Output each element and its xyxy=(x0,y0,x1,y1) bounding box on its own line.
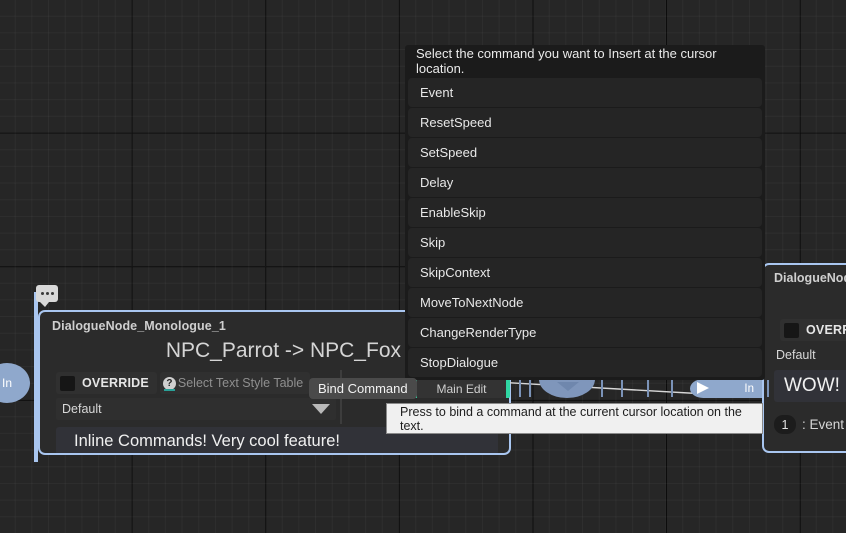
tooltip: Press to bind a command at the current c… xyxy=(386,403,763,434)
event-binding-row[interactable]: 1 : Event K xyxy=(774,415,846,434)
menu-item-setspeed[interactable]: SetSpeed xyxy=(408,138,762,167)
command-insert-menu[interactable]: Select the command you want to Insert at… xyxy=(405,45,765,380)
text-style-table-field[interactable]: ? Select Text Style Table xyxy=(160,372,310,394)
main-edit-button[interactable]: Main Edit xyxy=(413,379,510,398)
override-checkbox[interactable] xyxy=(784,323,799,338)
event-label: : Event K xyxy=(802,417,846,432)
menu-item-skip[interactable]: Skip xyxy=(408,228,762,257)
node-title: DialogueNode xyxy=(774,271,846,285)
override-label: OVERRIDE xyxy=(82,376,149,390)
override-label: OVERRID xyxy=(806,323,846,337)
pin-in-left-label: In xyxy=(2,376,12,390)
menu-item-changerendertype[interactable]: ChangeRenderType xyxy=(408,318,762,347)
text-style-table-label: Select Text Style Table xyxy=(178,376,303,390)
dialogue-text-input[interactable]: WOW! 1 xyxy=(774,370,846,402)
dialogue-node-right[interactable]: DialogueNode OVERRID Default WOW! 1 1 : … xyxy=(762,263,846,453)
node-pin-circle[interactable] xyxy=(539,379,595,398)
pin-arrow-icon xyxy=(697,382,709,394)
override-row: OVERRIDE ? Select Text Style Table xyxy=(56,372,310,394)
menu-item-delay[interactable]: Delay xyxy=(408,168,762,197)
menu-item-movetonextnode[interactable]: MoveToNextNode xyxy=(408,288,762,317)
background-node-row: Main Edit In xyxy=(405,379,765,398)
graph-canvas[interactable]: In DialogueNode_Monologue_1 NPC_Parrot -… xyxy=(0,0,846,533)
dialogue-text-value: WOW! xyxy=(784,375,840,397)
comment-dot xyxy=(46,292,49,295)
comment-dot xyxy=(51,292,54,295)
style-combo-value: Default xyxy=(62,402,102,416)
menu-item-stopdialogue[interactable]: StopDialogue xyxy=(408,348,762,377)
menu-item-event[interactable]: Event xyxy=(408,78,762,107)
comment-icon[interactable] xyxy=(36,285,58,302)
style-combo[interactable]: Default xyxy=(774,345,846,365)
bind-command-button[interactable]: Bind Command xyxy=(309,378,417,399)
comment-dot xyxy=(41,292,44,295)
style-combo[interactable]: Default xyxy=(56,398,336,420)
override-toggle[interactable]: OVERRIDE xyxy=(56,372,157,394)
event-index-chip: 1 xyxy=(774,415,796,434)
menu-item-enableskip[interactable]: EnableSkip xyxy=(408,198,762,227)
pin-in-left[interactable]: In xyxy=(0,363,30,403)
pin-in-right[interactable]: In xyxy=(690,379,762,398)
override-toggle[interactable]: OVERRID xyxy=(780,319,846,341)
menu-item-resetspeed[interactable]: ResetSpeed xyxy=(408,108,762,137)
dialogue-text-value: Inline Commands! Very cool feature! xyxy=(74,432,340,451)
node-title: DialogueNode_Monologue_1 xyxy=(52,319,226,333)
chevron-down-icon[interactable] xyxy=(312,404,330,414)
override-row: OVERRID xyxy=(780,319,846,341)
question-mark-icon[interactable]: ? xyxy=(163,377,176,390)
pin-in-right-label: In xyxy=(744,383,754,395)
menu-item-skipcontext[interactable]: SkipContext xyxy=(408,258,762,287)
command-menu-header: Select the command you want to Insert at… xyxy=(405,45,765,77)
style-combo-value: Default xyxy=(776,348,816,362)
override-checkbox[interactable] xyxy=(60,376,75,391)
